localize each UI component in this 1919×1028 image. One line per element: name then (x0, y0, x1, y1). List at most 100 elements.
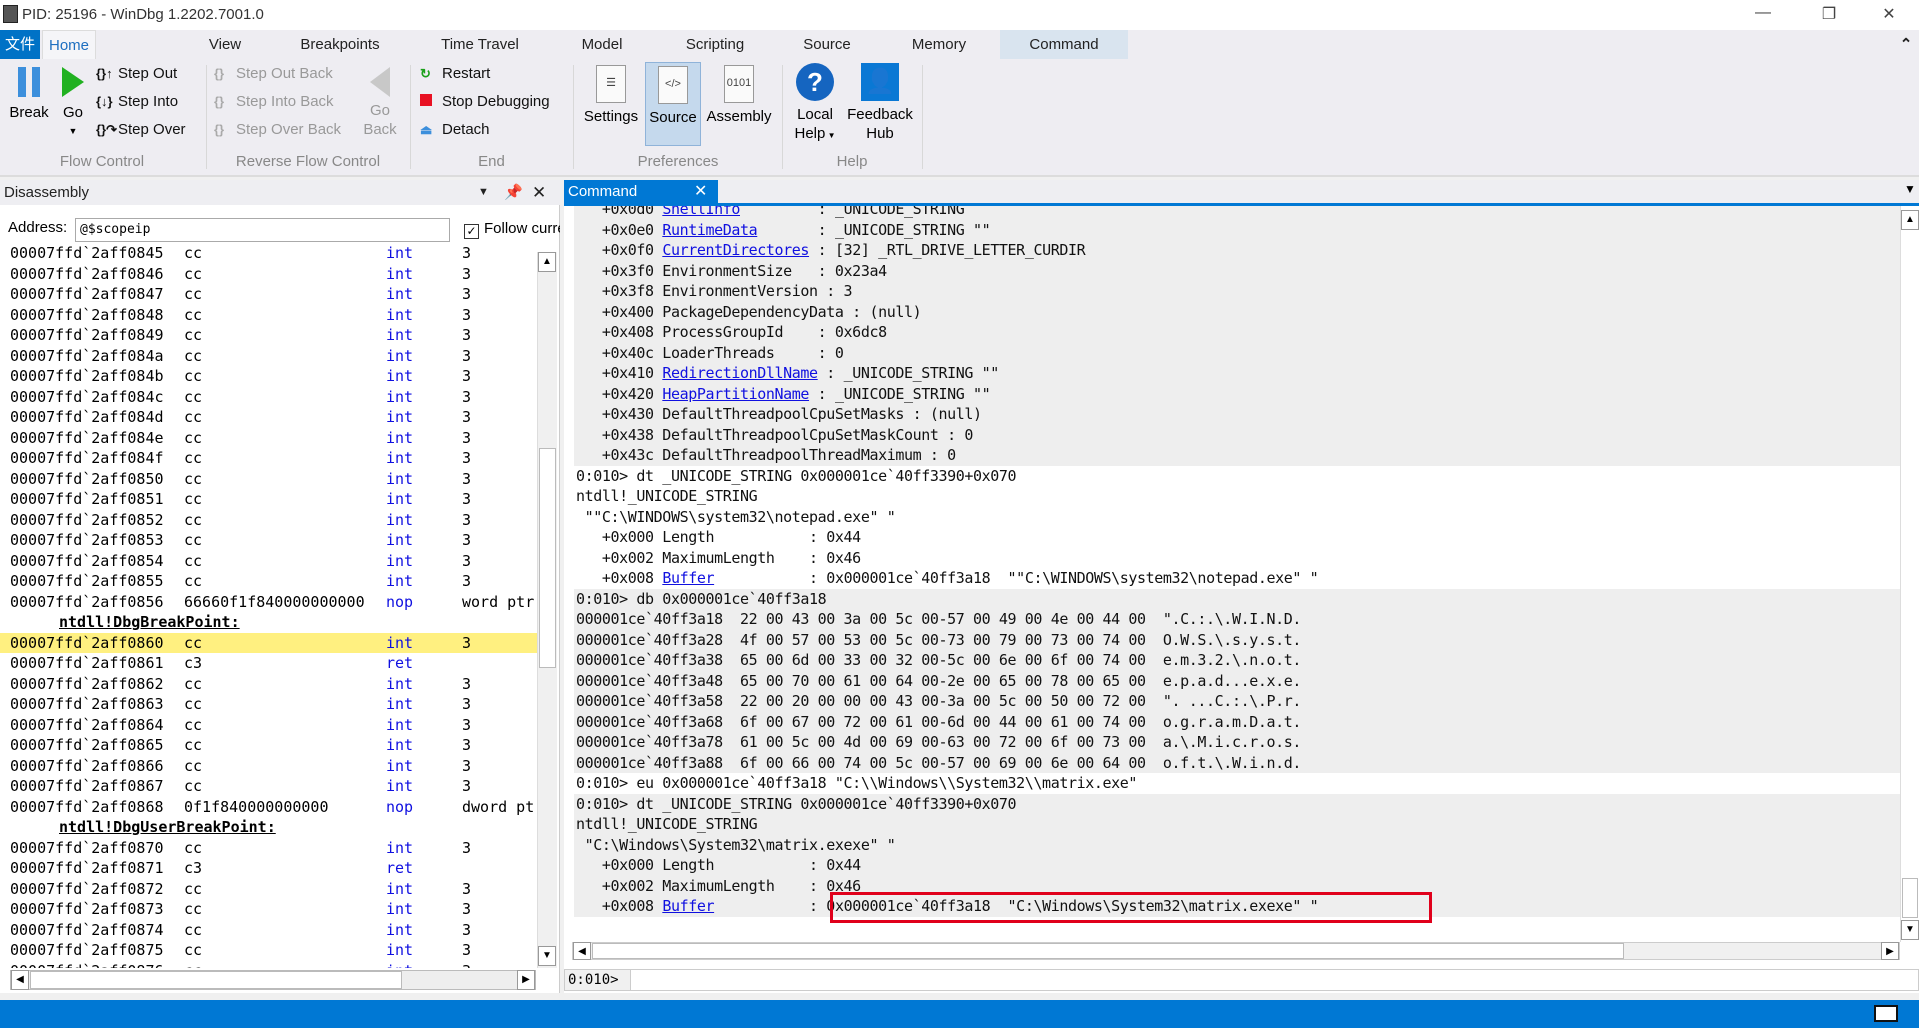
step-over-button[interactable]: {}↷Step Over (96, 121, 186, 138)
command-input[interactable] (632, 970, 1912, 990)
settings-button[interactable]: ☰ Settings (580, 65, 642, 126)
disassembly-row[interactable]: 00007ffd`2aff0849 cc int 3 (0, 325, 537, 346)
address-input[interactable]: @$scopeip (75, 218, 450, 242)
disassembly-row[interactable]: 00007ffd`2aff0848 cc int 3 (0, 305, 537, 326)
source-button[interactable]: </> Source (645, 62, 701, 146)
disassembly-row[interactable]: 00007ffd`2aff0866 cc int 3 (0, 756, 537, 777)
disassembly-row[interactable]: 00007ffd`2aff084a cc int 3 (0, 346, 537, 367)
scrollbar-thumb[interactable] (592, 943, 1624, 959)
disassembly-vertical-scrollbar[interactable]: ▲ ▼ (537, 252, 557, 968)
break-button[interactable]: Break (6, 67, 52, 122)
current-instruction-row[interactable]: 00007ffd`2aff0860 cc int 3 (0, 632, 537, 653)
tab-time-travel[interactable]: Time Travel (430, 30, 530, 59)
disassembly-row[interactable]: 00007ffd`2aff0862 cc int 3 (0, 674, 537, 695)
step-over-back-button[interactable]: {} Step Over Back (214, 121, 341, 138)
disassembly-row[interactable]: 00007ffd`2aff0876 cc int 3 (0, 961, 537, 969)
scrollbar-thumb[interactable] (539, 448, 556, 668)
disassembly-row[interactable]: 00007ffd`2aff084b cc int 3 (0, 366, 537, 387)
detach-button[interactable]: ⏏ Detach (420, 121, 490, 138)
step-out-button[interactable]: {}↑ Step Out (96, 65, 177, 82)
stop-debugging-button[interactable]: Stop Debugging (420, 93, 550, 110)
tab-breakpoints[interactable]: Breakpoints (290, 30, 390, 59)
step-into-button[interactable]: {↓} Step Into (96, 93, 178, 110)
go-back-button[interactable]: Go Back (358, 67, 402, 139)
tab-command[interactable]: Command (1000, 30, 1128, 59)
disassembly-row[interactable]: 00007ffd`2aff084d cc int 3 (0, 407, 537, 428)
collapse-ribbon-icon[interactable]: ⌃ (1896, 30, 1916, 59)
command-output[interactable]: +0x0d0 ShellInfo : _UNICODE_STRING +0x0e… (564, 206, 1900, 942)
close-tab-icon[interactable]: ✕ (694, 180, 707, 204)
disassembly-label-row[interactable]: ntdll!DbgBreakPoint: (0, 612, 537, 633)
tab-memory[interactable]: Memory (900, 30, 978, 59)
minimize-icon[interactable]: — (1748, 4, 1778, 22)
scroll-left-icon[interactable]: ◀ (11, 970, 29, 990)
tab-file[interactable]: 文件 (0, 30, 40, 59)
disassembly-row[interactable]: 00007ffd`2aff084c cc int 3 (0, 387, 537, 408)
field-link[interactable]: Buffer (662, 897, 714, 915)
pin-icon[interactable]: 📌 (504, 180, 523, 205)
go-button[interactable]: Go ▼ (58, 67, 88, 141)
field-link[interactable]: CurrentDirectores (662, 241, 809, 259)
restore-icon[interactable]: ❐ (1814, 4, 1844, 24)
scrollbar-thumb[interactable] (30, 971, 402, 989)
disassembly-label-row[interactable]: ntdll!DbgUserBreakPoint: (0, 817, 537, 838)
pane-menu-dropdown-icon[interactable]: ▼ (478, 180, 489, 205)
scroll-up-icon[interactable]: ▲ (538, 252, 556, 272)
scroll-right-icon[interactable]: ▶ (517, 970, 535, 990)
feedback-hub-button[interactable]: 👤 Feedback Hub (843, 63, 917, 143)
tab-home[interactable]: Home (42, 30, 96, 59)
command-vertical-scrollbar[interactable]: ▲ ▼ (1900, 206, 1919, 942)
close-pane-icon[interactable]: ✕ (532, 180, 546, 205)
disassembly-row[interactable]: 00007ffd`2aff0871 c3 ret (0, 858, 537, 879)
tab-scripting[interactable]: Scripting (675, 30, 755, 59)
disassembly-row[interactable]: 00007ffd`2aff0851 cc int 3 (0, 489, 537, 510)
field-link[interactable]: RuntimeData (662, 221, 757, 239)
tab-source[interactable]: Source (795, 30, 859, 59)
disassembly-row[interactable]: 00007ffd`2aff0874 cc int 3 (0, 920, 537, 941)
disassembly-row[interactable]: 00007ffd`2aff0846 cc int 3 (0, 264, 537, 285)
disassembly-row[interactable]: 00007ffd`2aff0872 cc int 3 (0, 879, 537, 900)
scroll-left-icon[interactable]: ◀ (573, 942, 591, 960)
disassembly-row[interactable]: 00007ffd`2aff0863 cc int 3 (0, 694, 537, 715)
field-link[interactable]: RedirectionDllName (662, 364, 818, 382)
assembly-button[interactable]: 0101 Assembly (703, 65, 775, 126)
disassembly-row[interactable]: 00007ffd`2aff0850 cc int 3 (0, 469, 537, 490)
chat-icon[interactable] (1874, 1005, 1898, 1022)
disassembly-row[interactable]: 00007ffd`2aff0868 0f1f840000000000 nop dwor… (0, 797, 537, 818)
disassembly-list[interactable]: 00007ffd`2aff0845 cc int 3 00007ffd`2aff0846… (0, 246, 537, 968)
restart-button[interactable]: ↻ Restart (420, 65, 490, 82)
disassembly-row[interactable]: 00007ffd`2aff0855 cc int 3 (0, 571, 537, 592)
field-link[interactable]: ShellInfo (662, 206, 740, 218)
disassembly-row[interactable]: 00007ffd`2aff0854 cc int 3 (0, 551, 537, 572)
disassembly-row[interactable]: 00007ffd`2aff0865 cc int 3 (0, 735, 537, 756)
go-dropdown-icon[interactable]: ▼ (58, 122, 88, 141)
step-out-back-button[interactable]: {} Step Out Back (214, 65, 333, 82)
field-link[interactable]: Buffer (662, 569, 714, 587)
disassembly-row[interactable]: 00007ffd`2aff0847 cc int 3 (0, 284, 537, 305)
scroll-down-icon[interactable]: ▼ (1901, 920, 1919, 940)
field-link[interactable]: HeapPartitionName (662, 385, 809, 403)
disassembly-row[interactable]: 00007ffd`2aff084e cc int 3 (0, 428, 537, 449)
disassembly-row[interactable]: 00007ffd`2aff0852 cc int 3 (0, 510, 537, 531)
disassembly-row[interactable]: 00007ffd`2aff0861 c3 ret (0, 653, 537, 674)
scrollbar-thumb[interactable] (1902, 878, 1918, 918)
disassembly-row[interactable]: 00007ffd`2aff0853 cc int 3 (0, 530, 537, 551)
disassembly-row[interactable]: 00007ffd`2aff0845 cc int 3 (0, 246, 537, 264)
disassembly-horizontal-scrollbar[interactable]: ◀ ▶ (10, 970, 536, 990)
disassembly-row[interactable]: 00007ffd`2aff0864 cc int 3 (0, 715, 537, 736)
tab-command-window[interactable]: Command ✕ (564, 180, 718, 204)
disassembly-row[interactable]: 00007ffd`2aff0856 66660f1f840000000000 nop… (0, 592, 537, 613)
close-icon[interactable]: ✕ (1874, 4, 1904, 24)
disassembly-row[interactable]: 00007ffd`2aff084f cc int 3 (0, 448, 537, 469)
disassembly-row[interactable]: 00007ffd`2aff0870 cc int 3 (0, 838, 537, 859)
command-horizontal-scrollbar[interactable]: ◀ ▶ (572, 942, 1900, 960)
step-into-back-button[interactable]: {} Step Into Back (214, 93, 334, 110)
pane-options-dropdown-icon[interactable]: ▼ (1904, 182, 1916, 196)
disassembly-row[interactable]: 00007ffd`2aff0873 cc int 3 (0, 899, 537, 920)
tab-model[interactable]: Model (570, 30, 634, 59)
scroll-up-icon[interactable]: ▲ (1901, 210, 1919, 230)
local-help-button[interactable]: ? Local Help ▼ (790, 63, 840, 145)
scroll-right-icon[interactable]: ▶ (1881, 942, 1899, 960)
disassembly-row[interactable]: 00007ffd`2aff0867 cc int 3 (0, 776, 537, 797)
follow-current-checkbox[interactable]: ✓ Follow current instruction (464, 220, 560, 239)
